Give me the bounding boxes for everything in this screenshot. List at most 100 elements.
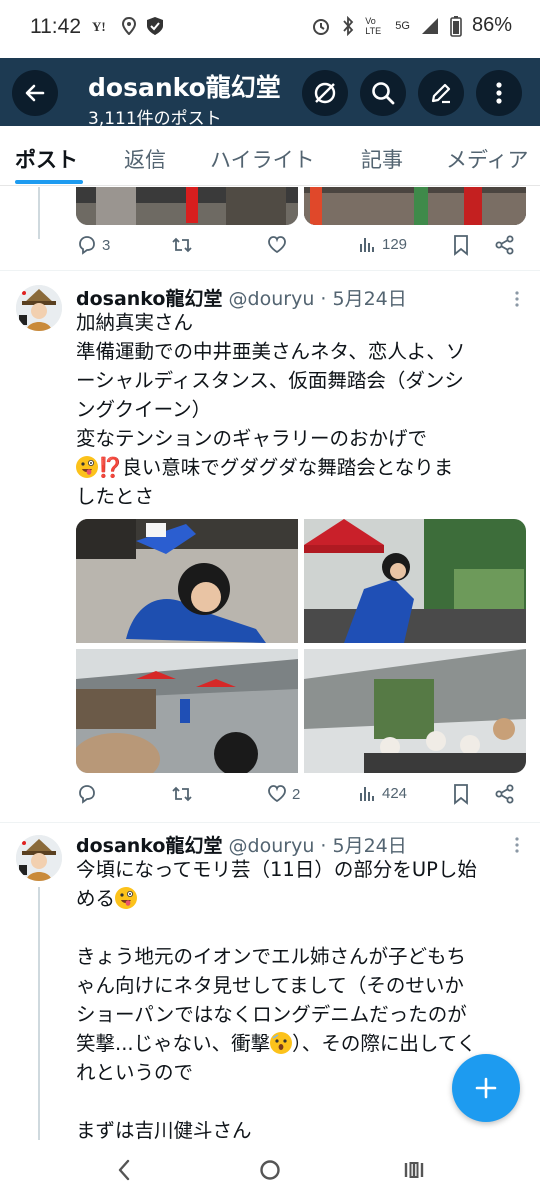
back-button[interactable] bbox=[12, 70, 58, 116]
photo-masked-crowd bbox=[304, 649, 526, 773]
tab-media[interactable]: メディア bbox=[446, 144, 529, 174]
nav-back-icon[interactable] bbox=[116, 1158, 132, 1182]
tweet-line: ショーパンではなくロングデニムだったのが bbox=[76, 1003, 467, 1026]
tweet-photo[interactable] bbox=[304, 519, 526, 643]
signal-icon bbox=[421, 17, 438, 34]
reply-button[interactable]: 3 bbox=[76, 234, 110, 256]
tweet-divider bbox=[0, 270, 540, 271]
views-button[interactable]: 129 bbox=[358, 234, 407, 254]
bluetooth-icon bbox=[343, 15, 354, 36]
author-name[interactable]: dosanko龍幻堂 bbox=[76, 288, 223, 310]
views-button[interactable]: 424 bbox=[358, 783, 407, 803]
tweet-line-text: 笑撃...じゃない、衝撃 bbox=[76, 1032, 271, 1055]
nav-recents-icon[interactable] bbox=[402, 1158, 426, 1182]
retweet-button[interactable] bbox=[170, 234, 194, 256]
tweet-line: ーシャルディスタンス、仮面舞踏会（ダンシ bbox=[76, 369, 464, 392]
view-count: 424 bbox=[382, 784, 408, 802]
author-handle-date[interactable]: @douryu · 5月24日 bbox=[229, 835, 407, 857]
profile-title: dosanko龍幻堂 bbox=[88, 73, 281, 102]
tweet-line: まずは吉川健斗さん bbox=[76, 1119, 252, 1140]
shield-icon bbox=[147, 17, 163, 35]
tweet-photo[interactable] bbox=[304, 649, 526, 773]
tweet-line: ゃん向けにネタ見せしてまして（そのせいか bbox=[76, 974, 464, 997]
share-button[interactable] bbox=[494, 783, 516, 805]
tab-replies[interactable]: 返信 bbox=[124, 144, 166, 174]
heart-icon bbox=[268, 785, 286, 803]
more-options-button[interactable] bbox=[476, 70, 522, 116]
nav-home-icon[interactable] bbox=[258, 1158, 282, 1182]
plus-icon bbox=[475, 1077, 497, 1099]
bookmark-icon bbox=[454, 784, 468, 805]
photo-performer-lying bbox=[76, 519, 298, 643]
retweet-icon bbox=[172, 786, 192, 802]
tweet-line-text: ⁉️良い意味でグダグダな舞踏会となりま bbox=[98, 456, 454, 479]
search-button[interactable] bbox=[360, 70, 406, 116]
tweet-line-text: ）、その際に出してく bbox=[292, 1032, 477, 1055]
edit-button[interactable] bbox=[418, 70, 464, 116]
like-button[interactable]: 2 bbox=[266, 783, 300, 805]
retweet-icon bbox=[172, 237, 192, 253]
grok-button[interactable] bbox=[302, 70, 348, 116]
tweet-line: きょう地元のイオンでエル姉さんが子どもち bbox=[76, 945, 467, 968]
tweet-line bbox=[76, 913, 526, 942]
arrow-left-icon bbox=[25, 84, 45, 102]
avatar[interactable] bbox=[16, 285, 62, 331]
battery-percent: 86% bbox=[471, 14, 512, 36]
heart-icon bbox=[268, 236, 286, 254]
avatar-image bbox=[16, 835, 62, 881]
tweet-line: める bbox=[76, 884, 526, 913]
like-button[interactable] bbox=[266, 234, 288, 256]
share-button[interactable] bbox=[494, 234, 516, 256]
status-bar: 11:42 Y! Vo LTE 5G 86% bbox=[0, 0, 540, 58]
system-navigation-bar bbox=[0, 1140, 540, 1200]
tweet-actions: 3 129 bbox=[76, 234, 516, 264]
share-icon bbox=[495, 784, 514, 804]
tab-highlights[interactable]: ハイライト bbox=[210, 144, 315, 174]
status-system-icons: Vo LTE 5G 86% bbox=[311, 14, 512, 37]
photo-thumbnail bbox=[76, 187, 298, 225]
network-label: 5G bbox=[395, 19, 410, 32]
compose-button[interactable] bbox=[452, 1054, 520, 1122]
tweet-photo[interactable] bbox=[304, 187, 526, 225]
author-name[interactable]: dosanko龍幻堂 bbox=[76, 835, 223, 857]
reply-count: 3 bbox=[102, 236, 111, 254]
bookmark-icon bbox=[454, 235, 468, 256]
tweet-line: 変なテンションのギャラリーのおかげで bbox=[76, 427, 428, 450]
more-horizontal-icon[interactable] bbox=[514, 836, 520, 854]
author-handle-date[interactable]: @douryu · 5月24日 bbox=[229, 288, 407, 310]
retweet-button[interactable] bbox=[170, 783, 194, 805]
post-count: 3,111件のポスト bbox=[88, 109, 222, 126]
reply-button[interactable] bbox=[76, 783, 98, 805]
reply-icon bbox=[79, 785, 95, 804]
tab-posts[interactable]: ポスト bbox=[15, 144, 78, 174]
bar-chart-icon bbox=[360, 238, 374, 252]
tweet-divider bbox=[0, 822, 540, 823]
tweet-photo[interactable] bbox=[76, 187, 298, 225]
tweet-actions: 2 424 bbox=[76, 783, 516, 813]
tweet-line: 準備運動での中井亜美さんネタ、恋人よ、ソ bbox=[76, 340, 466, 363]
active-tab-indicator bbox=[15, 180, 83, 184]
grok-icon bbox=[314, 82, 336, 104]
reply-icon bbox=[79, 236, 95, 255]
bookmark-button[interactable] bbox=[452, 783, 470, 805]
tweet-photo[interactable] bbox=[76, 649, 298, 773]
tweet-photo[interactable] bbox=[76, 519, 298, 643]
photo-thumbnail bbox=[304, 187, 526, 225]
pencil-icon bbox=[431, 83, 451, 104]
tab-articles[interactable]: 記事 bbox=[361, 144, 403, 174]
shocked-face-emoji-icon bbox=[270, 1032, 293, 1054]
volte-label: Vo LTE bbox=[365, 15, 382, 36]
tweet-line: 今頃になってモリ芸（11日）の部分をUPし始 bbox=[76, 858, 477, 881]
tweet-line: 加納真実さん bbox=[76, 311, 194, 334]
bookmark-button[interactable] bbox=[452, 234, 470, 256]
view-count: 129 bbox=[382, 235, 408, 253]
tweet-line: したとさ bbox=[76, 485, 155, 508]
bar-chart-icon bbox=[360, 787, 374, 801]
timeline[interactable]: 3 129 dosanko龍幻堂 @douryu · 5月24日 加納真実さん … bbox=[0, 187, 540, 1140]
battery-icon bbox=[450, 15, 462, 37]
more-horizontal-icon[interactable] bbox=[514, 290, 520, 308]
photo-performer-tent bbox=[304, 519, 526, 643]
avatar[interactable] bbox=[16, 835, 62, 881]
tweet-line: ⁉️良い意味でグダグダな舞踏会となりま bbox=[76, 453, 526, 482]
status-time: 11:42 bbox=[30, 15, 81, 38]
